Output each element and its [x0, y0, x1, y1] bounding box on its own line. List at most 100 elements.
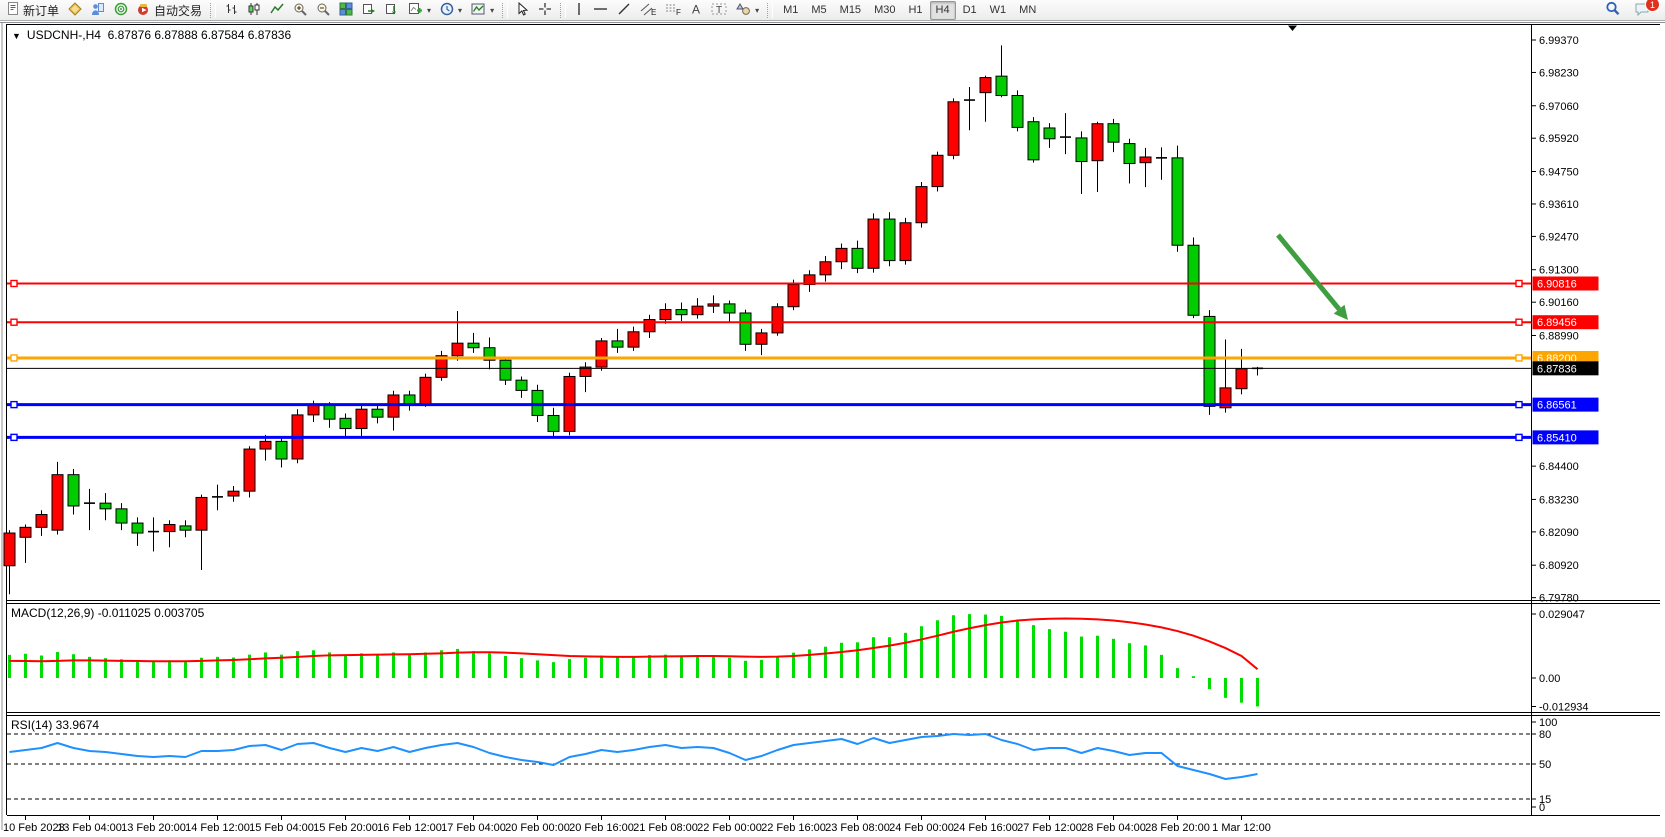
price-tick-label: 6.79780: [1539, 593, 1579, 605]
new-chart-dropdown-arrow: ▾: [427, 6, 431, 15]
candle: [932, 152, 943, 192]
candle: [948, 98, 959, 159]
shapes-dropdown-arrow: ▾: [755, 6, 759, 15]
autotrading-label: 自动交易: [154, 2, 202, 19]
time-tick-label: 28 Feb 04:00: [1081, 822, 1146, 834]
candle: [36, 510, 47, 536]
autotrading-icon: [137, 2, 151, 19]
candle: [164, 520, 175, 547]
candle: [244, 446, 255, 497]
vertical-line-icon: [574, 2, 584, 19]
candle: [1092, 122, 1103, 192]
time-tick-label: 17 Feb 04:00: [441, 822, 506, 834]
line-handle: [11, 280, 17, 286]
cursor-icon: [516, 2, 529, 19]
data-window-button[interactable]: [110, 0, 132, 20]
candle: [1156, 147, 1167, 179]
candle: [756, 329, 767, 355]
fibonacci-tool-button[interactable]: F: [661, 0, 685, 20]
periods-button[interactable]: ▾: [436, 0, 466, 20]
time-axis[interactable]: 10 Feb 202313 Feb 04:0013 Feb 20:0014 Fe…: [3, 816, 1271, 834]
zoom-out-button[interactable]: [312, 0, 334, 20]
time-tick-label: 13 Feb 04:00: [57, 822, 122, 834]
timeframe-m1-button[interactable]: M1: [777, 1, 804, 20]
arrange-vertical-button[interactable]: [381, 0, 403, 20]
templates-button[interactable]: ▾: [467, 0, 498, 20]
rsi-tick-label: 0: [1539, 802, 1545, 814]
time-tick-label: 15 Feb 04:00: [249, 822, 314, 834]
candle: [1140, 148, 1151, 187]
candle: [596, 338, 607, 371]
arrange-horizontal-button[interactable]: [358, 0, 380, 20]
new-chart-button[interactable]: ▾: [404, 0, 435, 20]
candle: [116, 503, 127, 530]
timeframe-m5-button[interactable]: M5: [805, 1, 832, 20]
time-tick-label: 20 Feb 00:00: [505, 822, 570, 834]
price-badge-label: 6.89456: [1537, 317, 1577, 329]
timeframe-w1-button[interactable]: W1: [984, 1, 1013, 20]
trendline-tool-button[interactable]: [613, 0, 635, 20]
market-watch-button[interactable]: [87, 0, 109, 20]
candle: [1172, 146, 1183, 252]
new-order-button[interactable]: 新订单: [3, 0, 63, 20]
horizontal-line-tool-button[interactable]: [589, 0, 612, 20]
zoom-in-button[interactable]: [289, 0, 311, 20]
candle: [100, 493, 111, 520]
autotrading-button[interactable]: 自动交易: [133, 0, 206, 20]
bar-chart-button[interactable]: [220, 0, 242, 20]
rsi-tick-label: 100: [1539, 717, 1557, 729]
timeframe-h4-button[interactable]: H4: [930, 1, 956, 20]
candle: [548, 408, 559, 438]
candle: [84, 489, 95, 530]
zoom-in-icon: [293, 2, 307, 19]
svg-text:E: E: [651, 8, 656, 16]
candle: [1076, 131, 1087, 194]
candle: [612, 329, 623, 353]
zoom-out-icon: [316, 2, 330, 19]
timeframe-m30-button[interactable]: M30: [868, 1, 901, 20]
price-tick-label: 6.80920: [1539, 560, 1579, 572]
cursor-button[interactable]: [512, 0, 533, 20]
timeframe-d1-button[interactable]: D1: [957, 1, 983, 20]
metaeditor-button[interactable]: [64, 0, 86, 20]
text-label-tool-button[interactable]: T: [707, 0, 731, 20]
vertical-line-tool-button[interactable]: [570, 0, 588, 20]
shapes-tool-button[interactable]: ▾: [732, 0, 763, 20]
crosshair-button[interactable]: [534, 0, 556, 20]
search-button[interactable]: [1601, 0, 1624, 20]
price-tick-label: 6.94750: [1539, 167, 1579, 179]
timeframe-h1-button[interactable]: H1: [902, 1, 928, 20]
candle: [228, 486, 239, 502]
chart-canvas[interactable]: 6.993706.982306.970606.959206.947506.936…: [0, 0, 1665, 837]
candle: [836, 244, 847, 270]
candle: [740, 310, 751, 351]
candle: [468, 333, 479, 353]
candle: [1044, 123, 1055, 148]
price-tick-label: 6.98230: [1539, 67, 1579, 79]
symbol-collapse-icon[interactable]: ▼: [12, 31, 21, 41]
crosshair-icon: [538, 2, 552, 19]
horizontal-line-icon: [593, 2, 608, 19]
candle: [772, 303, 783, 335]
candle: [404, 391, 415, 411]
candle: [420, 374, 431, 407]
channel-icon: E: [640, 2, 656, 19]
candle-chart-button[interactable]: [243, 0, 265, 20]
annotation-arrow[interactable]: [1278, 235, 1339, 309]
svg-text:A: A: [692, 2, 700, 16]
candle: [1012, 90, 1023, 131]
timeframe-mn-button[interactable]: MN: [1013, 1, 1042, 20]
line-chart-icon: [270, 2, 284, 19]
line-chart-button[interactable]: [266, 0, 288, 20]
level-lines[interactable]: [7, 280, 1531, 440]
equidistant-channel-tool-button[interactable]: E: [636, 0, 660, 20]
chart-shift-marker: [1288, 26, 1297, 32]
timeframe-m15-button[interactable]: M15: [834, 1, 867, 20]
price-tick-label: 6.95920: [1539, 133, 1579, 145]
bar-chart-icon: [224, 2, 238, 19]
text-tool-button[interactable]: A: [686, 0, 706, 20]
candle: [500, 357, 511, 385]
time-tick-label: 22 Feb 00:00: [697, 822, 762, 834]
notifications-button[interactable]: 1: [1630, 0, 1654, 20]
tile-windows-button[interactable]: [335, 0, 357, 20]
